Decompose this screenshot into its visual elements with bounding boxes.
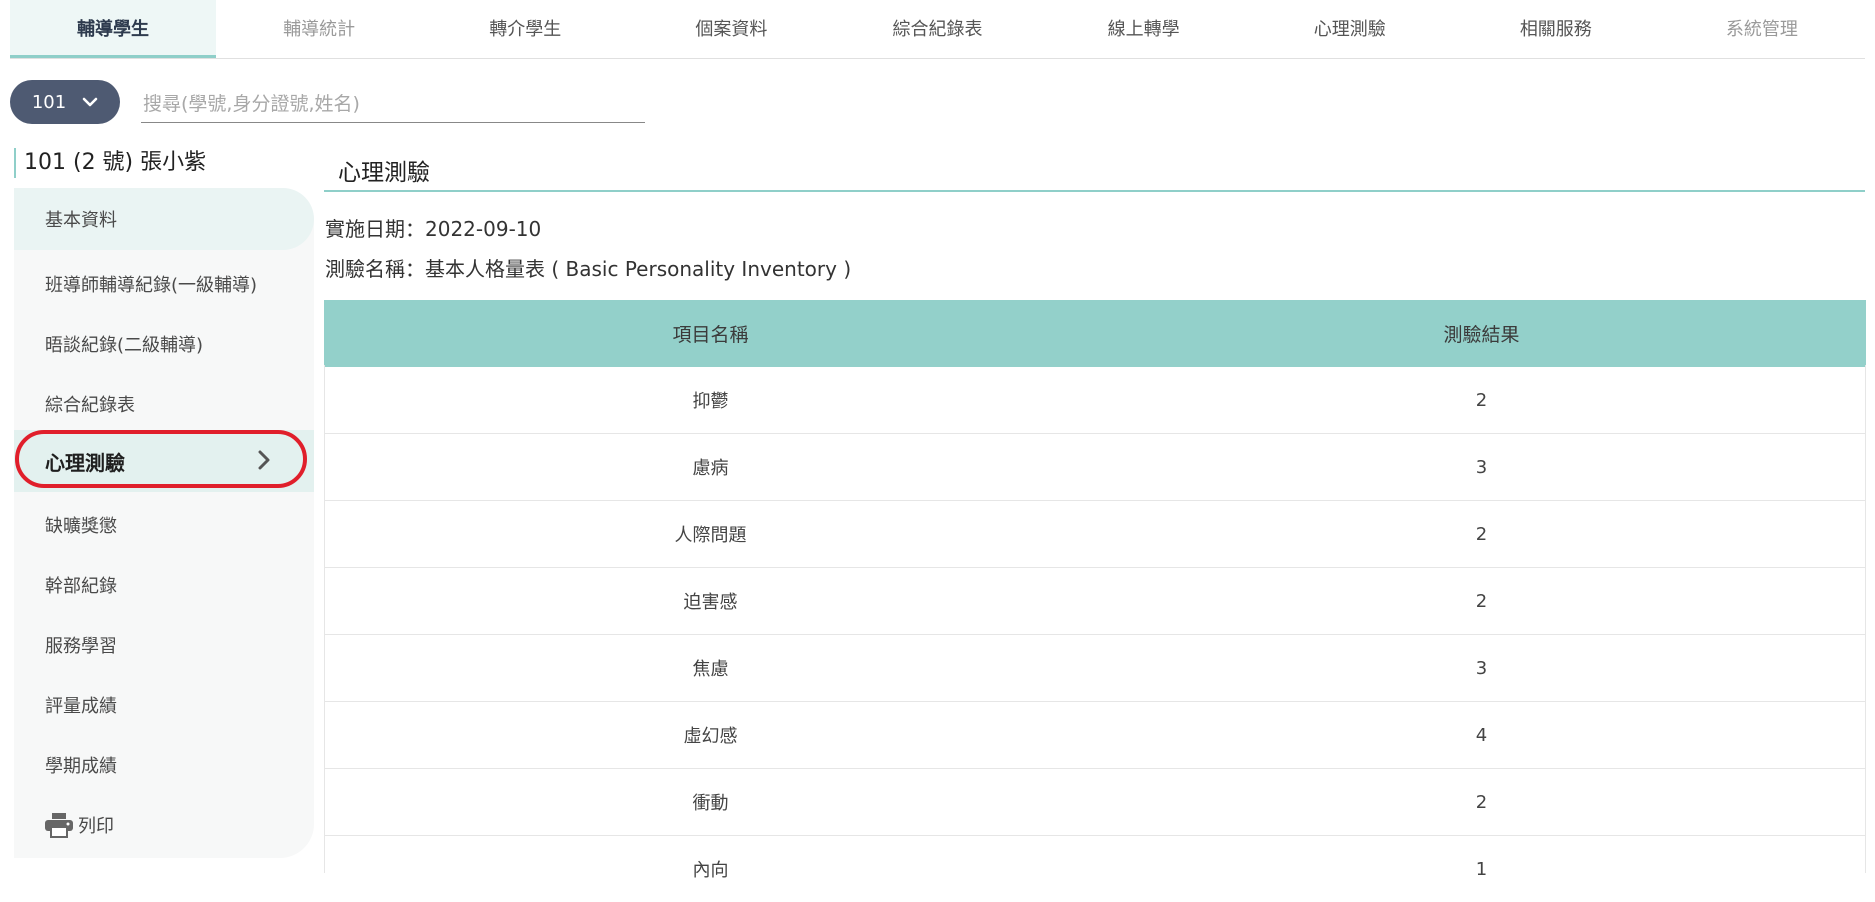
table-row: 衝動 2: [324, 769, 1866, 836]
top-navigation: 輔導學生 輔導統計 轉介學生 個案資料 綜合紀錄表 線上轉學 心理測驗 相關服務…: [10, 0, 1865, 59]
printer-icon: [44, 812, 74, 838]
table-row: 虛幻感 4: [324, 702, 1866, 769]
sidebar-item-basic-info[interactable]: 基本資料: [14, 188, 314, 250]
tab-online-transfer[interactable]: 線上轉學: [1041, 0, 1247, 56]
student-heading: 101 (2 號) 張小紫: [14, 148, 206, 178]
sidebar-item-label: 服務學習: [45, 632, 117, 658]
sidebar-item-psychological-test[interactable]: 心理測驗: [14, 430, 314, 492]
sidebar-item-label: 學期成績: [45, 752, 117, 778]
table-row: 內向 1: [324, 836, 1866, 902]
item-name-cell: 內向: [324, 836, 1097, 902]
column-header-item: 項目名稱: [324, 300, 1097, 367]
table-header-row: 項目名稱 測驗結果: [324, 300, 1866, 367]
tab-counseling-students[interactable]: 輔導學生: [10, 0, 216, 58]
sidebar-item-print[interactable]: 列印: [14, 796, 314, 854]
sidebar-item-interview-records[interactable]: 晤談紀錄(二級輔導): [14, 315, 314, 373]
item-name-cell: 衝動: [324, 769, 1097, 836]
result-table: 項目名稱 測驗結果 抑鬱 2 慮病 3 人際問題 2 迫害感 2 焦慮 3 虛幻…: [324, 300, 1866, 902]
sidebar-item-cadre-records[interactable]: 幹部紀錄: [14, 556, 314, 614]
class-select-value: 101: [32, 92, 66, 113]
tab-case-data[interactable]: 個案資料: [628, 0, 834, 56]
test-name: 測驗名稱：基本人格量表 ( Basic Personality Inventor…: [325, 253, 851, 282]
page-title: 心理測驗: [338, 153, 430, 187]
table-row: 迫害感 2: [324, 568, 1866, 635]
tab-referral-students[interactable]: 轉介學生: [422, 0, 628, 56]
sidebar-item-label: 綜合紀錄表: [45, 391, 135, 417]
sidebar-item-label: 晤談紀錄(二級輔導): [45, 331, 203, 357]
sidebar-item-label: 評量成績: [45, 692, 117, 718]
table-right-border: [1865, 365, 1866, 873]
item-name-cell: 迫害感: [324, 568, 1097, 635]
table-row: 慮病 3: [324, 434, 1866, 501]
table-left-border: [324, 365, 325, 873]
search-input[interactable]: [141, 86, 645, 123]
result-cell: 2: [1097, 501, 1866, 568]
sidebar-item-semester-grades[interactable]: 學期成績: [14, 736, 314, 794]
sidebar-item-service-learning[interactable]: 服務學習: [14, 616, 314, 674]
test-date: 實施日期：2022-09-10: [325, 213, 541, 242]
table-row: 人際問題 2: [324, 501, 1866, 568]
chevron-right-icon: [258, 450, 270, 470]
tab-comprehensive-record[interactable]: 綜合紀錄表: [834, 0, 1040, 56]
item-name-cell: 焦慮: [324, 635, 1097, 702]
table-row: 焦慮 3: [324, 635, 1866, 702]
item-name-cell: 虛幻感: [324, 702, 1097, 769]
item-name-cell: 抑鬱: [324, 367, 1097, 434]
tab-related-services[interactable]: 相關服務: [1453, 0, 1659, 56]
tab-system-management[interactable]: 系統管理: [1659, 0, 1865, 56]
sidebar-item-label: 幹部紀錄: [45, 572, 117, 598]
sidebar-item-attendance-rewards[interactable]: 缺曠獎懲: [14, 496, 314, 554]
sidebar-item-comprehensive-record[interactable]: 綜合紀錄表: [14, 375, 314, 433]
tab-counseling-statistics[interactable]: 輔導統計: [216, 0, 422, 56]
sidebar: 基本資料 班導師輔導紀錄(一級輔導) 晤談紀錄(二級輔導) 綜合紀錄表 心理測驗…: [14, 188, 314, 858]
tab-psychological-test[interactable]: 心理測驗: [1247, 0, 1453, 56]
chevron-down-icon: [82, 96, 98, 108]
result-cell: 2: [1097, 367, 1866, 434]
class-select-dropdown[interactable]: 101: [10, 80, 120, 124]
item-name-cell: 慮病: [324, 434, 1097, 501]
result-cell: 2: [1097, 568, 1866, 635]
result-cell: 1: [1097, 836, 1866, 902]
table-row: 抑鬱 2: [324, 367, 1866, 434]
sidebar-item-assessment-grades[interactable]: 評量成績: [14, 676, 314, 734]
result-cell: 3: [1097, 434, 1866, 501]
section-title-bar: 心理測驗: [324, 150, 1865, 192]
result-cell: 4: [1097, 702, 1866, 769]
sidebar-item-label: 列印: [78, 812, 114, 838]
result-cell: 2: [1097, 769, 1866, 836]
sidebar-item-label: 心理測驗: [45, 447, 125, 476]
sidebar-item-homeroom-counseling[interactable]: 班導師輔導紀錄(一級輔導): [14, 255, 314, 313]
sidebar-item-label: 基本資料: [45, 206, 117, 232]
item-name-cell: 人際問題: [324, 501, 1097, 568]
column-header-result: 測驗結果: [1097, 300, 1866, 367]
sidebar-item-label: 缺曠獎懲: [45, 512, 117, 538]
result-cell: 3: [1097, 635, 1866, 702]
sidebar-item-label: 班導師輔導紀錄(一級輔導): [45, 271, 257, 297]
